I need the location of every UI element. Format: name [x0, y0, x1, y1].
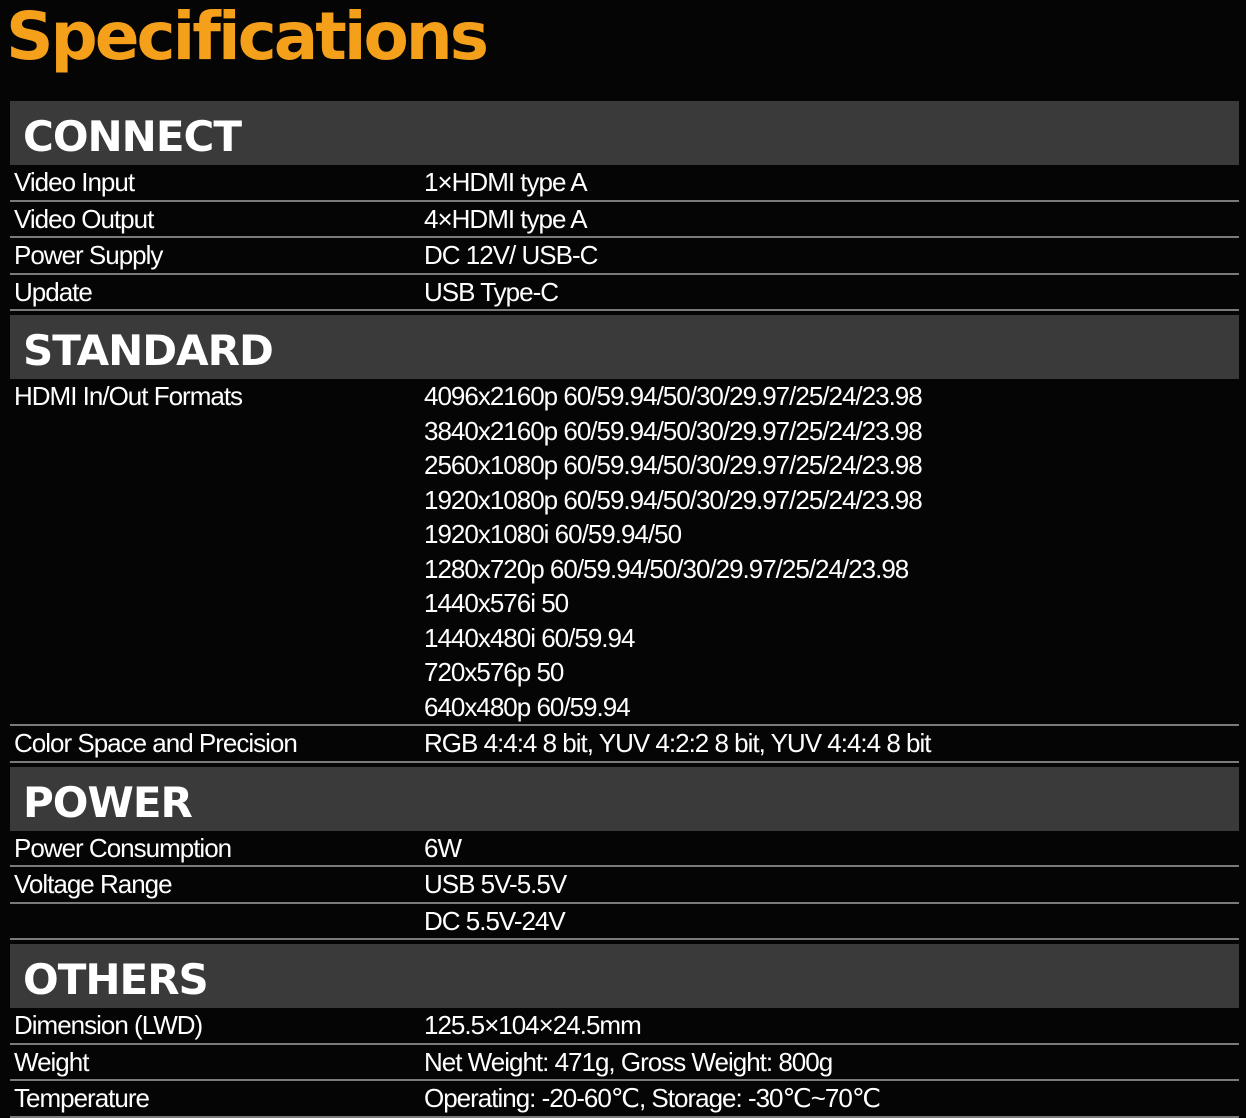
spec-row: DC 5.5V-24V	[10, 904, 1239, 940]
spec-values: USB Type-C	[424, 275, 1239, 310]
spec-row: Color Space and Precision RGB 4:4:4 8 bit…	[10, 726, 1239, 763]
spec-values: DC 5.5V-24V	[424, 904, 1239, 939]
section-title: POWER	[23, 777, 193, 827]
spec-label: Temperature	[14, 1083, 150, 1113]
spec-section-others: OTHERS Dimension (LWD) 125.5×104×24.5mm Wei…	[10, 944, 1239, 1118]
spec-values: DC 12V/ USB-C	[424, 238, 1239, 273]
spec-label: Update	[14, 276, 93, 307]
spec-row: Update USB Type-C	[10, 275, 1239, 311]
spec-sheet: CONNECT Video Input 1×HDMI type A Video Out…	[10, 101, 1239, 1118]
spec-value: 4×HDMI type A	[424, 203, 588, 234]
spec-value: 6W	[424, 832, 462, 863]
spec-row: Power Supply DC 12V/ USB-C	[10, 238, 1239, 275]
spec-value: RGB 4:4:4 8 bit, YUV 4:2:2 8 bit, YUV 4:…	[424, 728, 931, 758]
spec-value: DC 12V/ USB-C	[424, 240, 598, 270]
spec-values: RGB 4:4:4 8 bit, YUV 4:2:2 8 bit, YUV 4:…	[424, 726, 1239, 761]
section-header: CONNECT	[10, 101, 1239, 165]
spec-label: Video Input	[14, 167, 135, 197]
spec-value: Net Weight: 471g, Gross Weight: 800g	[424, 1046, 833, 1077]
section-title: CONNECT	[23, 112, 242, 161]
section-header: OTHERS	[10, 944, 1239, 1008]
spec-row: Weight Net Weight: 471g, Gross Weight: 80…	[10, 1045, 1239, 1081]
page-title: Specifications	[6, 0, 489, 75]
spec-section-standard: STANDARD HDMI In/Out Formats 4096x2160p 60…	[10, 315, 1239, 767]
spec-value: 1440x480i 60/59.94	[424, 622, 635, 653]
spec-row: Dimension (LWD) 125.5×104×24.5mm	[10, 1008, 1239, 1045]
spec-section-connect: CONNECT Video Input 1×HDMI type A Video Out…	[10, 101, 1239, 315]
spec-label: Video Output	[14, 203, 154, 234]
spec-section-power: POWER Power Consumption 6W Voltage Range USB…	[10, 766, 1239, 945]
spec-value: DC 5.5V-24V	[424, 905, 566, 936]
spec-row: Video Output 4×HDMI type A	[10, 202, 1239, 238]
spec-values: USB 5V-5.5V	[424, 867, 1239, 902]
spec-row: Power Consumption 6W	[10, 831, 1239, 867]
spec-row: Video Input 1×HDMI type A	[10, 165, 1239, 202]
spec-value: 3840x2160p 60/59.94/50/30/29.97/25/24/23…	[424, 415, 923, 446]
spec-value: USB Type-C	[424, 276, 559, 307]
spec-label: HDMI In/Out Formats	[14, 381, 243, 411]
spec-label: Color Space and Precision	[14, 728, 298, 758]
spec-value: USB 5V-5.5V	[424, 869, 567, 899]
spec-value: 1×HDMI type A	[424, 167, 588, 197]
spec-row: Voltage Range USB 5V-5.5V	[10, 867, 1239, 904]
spec-value: 2560x1080p 60/59.94/50/30/29.97/25/24/23…	[424, 450, 923, 480]
spec-label: Dimension (LWD)	[14, 1010, 203, 1040]
spec-values: 6W	[424, 831, 1239, 866]
spec-value: 125.5×104×24.5mm	[424, 1010, 642, 1040]
spec-values: 125.5×104×24.5mm	[424, 1008, 1239, 1043]
spec-values: Net Weight: 471g, Gross Weight: 800g	[424, 1045, 1239, 1080]
spec-value: 1440x576i 50	[424, 588, 569, 618]
spec-value: 4096x2160p 60/59.94/50/30/29.97/25/24/23…	[424, 381, 923, 411]
spec-row: HDMI In/Out Formats 4096x2160p 60/59.94/5…	[10, 379, 1239, 726]
spec-value: 1280x720p 60/59.94/50/30/29.97/25/24/23.…	[424, 553, 909, 584]
spec-values: 1×HDMI type A	[424, 165, 1239, 200]
spec-values: 4096x2160p 60/59.94/50/30/29.97/25/24/23…	[424, 379, 1239, 724]
spec-value: 640x480p 60/59.94	[424, 691, 631, 722]
spec-value: Operating: -20-60℃, Storage: -30℃~70℃	[424, 1083, 881, 1113]
spec-value: 720x576p 50	[424, 657, 564, 687]
spec-value: 1920x1080i 60/59.94/50	[424, 519, 682, 549]
spec-row: Temperature Operating: -20-60℃, Storage: …	[10, 1081, 1239, 1118]
spec-label: Power Supply	[14, 240, 163, 270]
spec-label: Weight	[14, 1046, 89, 1077]
section-header: POWER	[10, 766, 1239, 831]
spec-values: Operating: -20-60℃, Storage: -30℃~70℃	[424, 1081, 1239, 1116]
spec-label: Voltage Range	[14, 869, 173, 899]
section-title: OTHERS	[23, 955, 209, 1004]
section-title: STANDARD	[23, 326, 274, 375]
spec-values: 4×HDMI type A	[424, 202, 1239, 237]
section-header: STANDARD	[10, 315, 1239, 379]
spec-value: 1920x1080p 60/59.94/50/30/29.97/25/24/23…	[424, 484, 923, 515]
spec-label: Power Consumption	[14, 832, 232, 863]
